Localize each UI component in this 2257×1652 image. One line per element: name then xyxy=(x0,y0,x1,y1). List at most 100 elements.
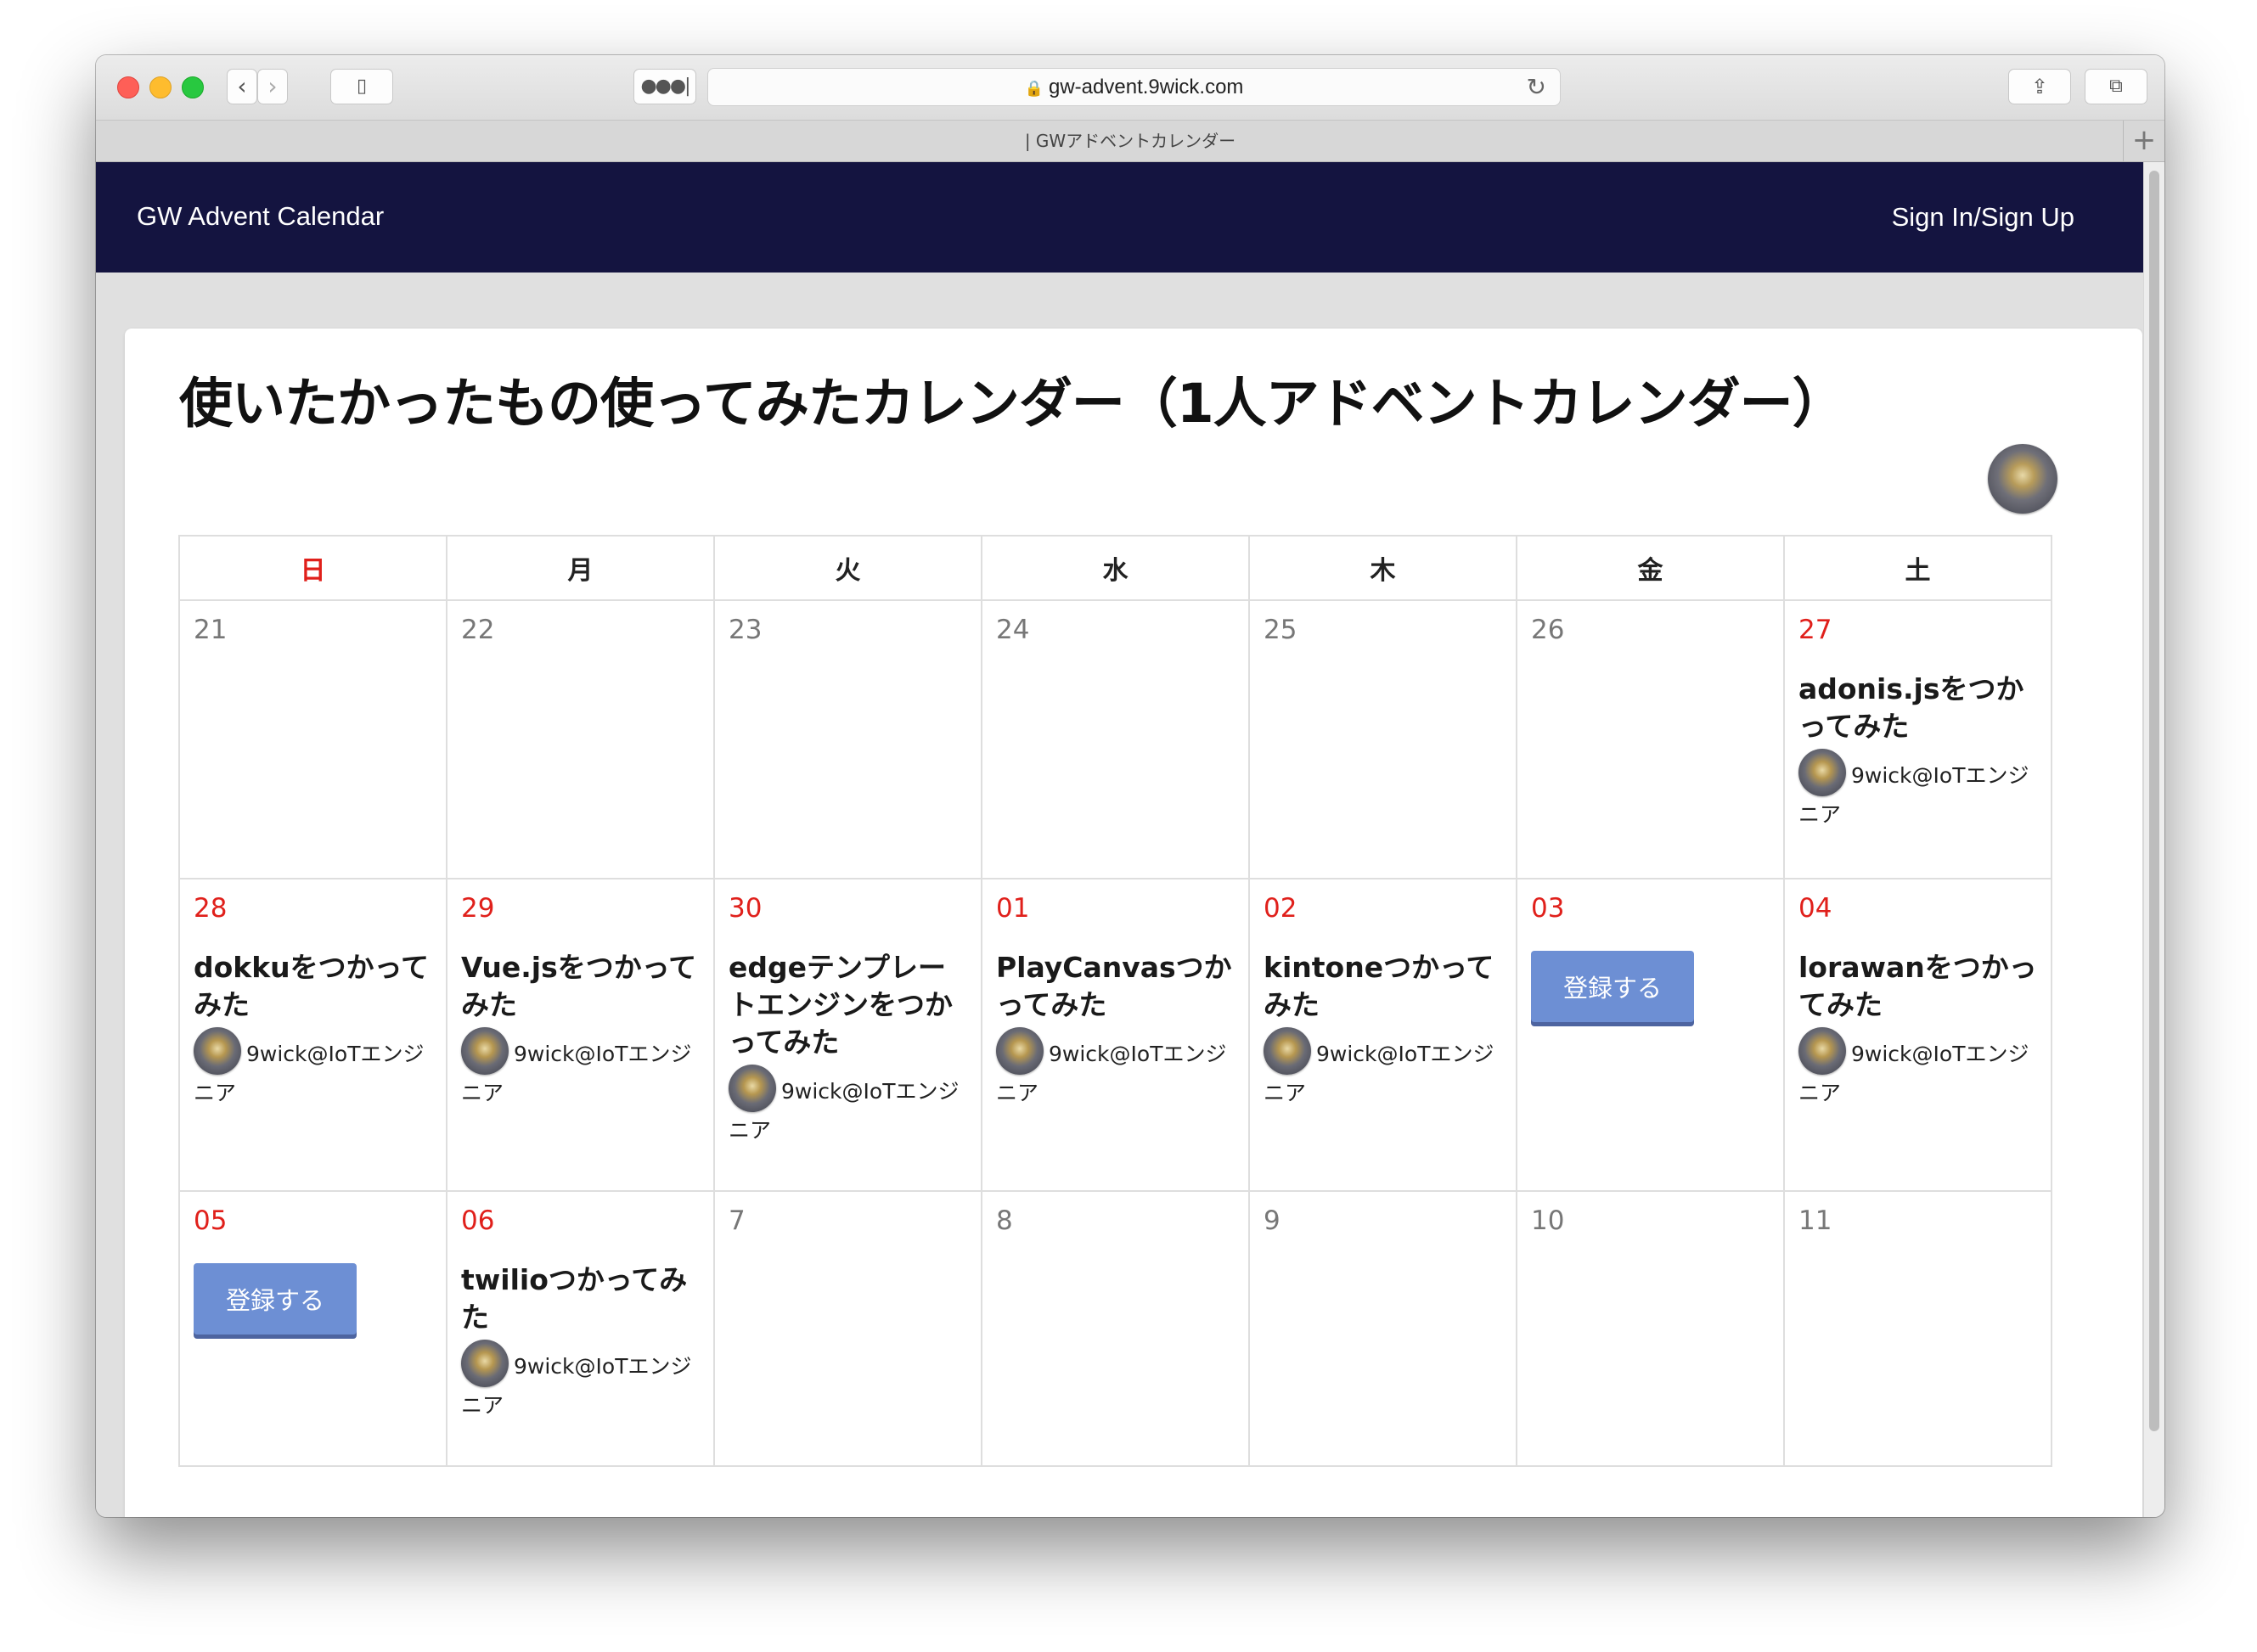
close-window-button[interactable] xyxy=(117,76,139,98)
back-icon[interactable]: ‹ xyxy=(227,69,257,104)
entry-author[interactable]: 9wick@IoTエンジニア xyxy=(729,1065,967,1149)
day-number: 03 xyxy=(1531,893,1565,924)
day-number: 25 xyxy=(1264,615,1297,645)
entry-title-link[interactable]: twilioつかってみた xyxy=(461,1261,700,1336)
calendar-day-cell: 8 xyxy=(981,1190,1250,1467)
calendar-day-cell: 11 xyxy=(1783,1190,2052,1467)
day-number: 02 xyxy=(1264,893,1297,924)
sidebar-icon[interactable]: ▯ xyxy=(330,69,393,104)
day-number: 23 xyxy=(729,615,763,645)
weekday-header: 日 xyxy=(178,535,447,601)
weekday-header: 火 xyxy=(713,535,982,601)
author-avatar xyxy=(461,1340,509,1387)
entry-title-link[interactable]: edgeテンプレートエンジンをつかってみた xyxy=(729,949,967,1061)
author-avatar xyxy=(1798,1027,1846,1075)
author-avatar xyxy=(996,1027,1044,1075)
day-number: 21 xyxy=(194,615,228,645)
register-button[interactable]: 登録する xyxy=(194,1263,357,1335)
day-number: 27 xyxy=(1798,615,1832,645)
calendar-day-cell: 29 Vue.jsをつかってみた 9wick@IoTエンジニア xyxy=(446,878,715,1192)
calendar-week-row: 21 22 23 24 25 26 27 adonis.jsをつかってみた 9wick@IoTエ… xyxy=(178,599,2052,879)
active-tab-title[interactable]: | GWアドベントカレンダー xyxy=(1025,131,1235,151)
zoom-window-button[interactable] xyxy=(182,76,204,98)
day-number: 26 xyxy=(1531,615,1565,645)
calendar-day-cell: 24 xyxy=(981,599,1250,879)
day-number: 05 xyxy=(194,1205,228,1236)
day-number: 10 xyxy=(1531,1205,1565,1236)
tab-bar: | GWアドベントカレンダー + xyxy=(96,121,2164,162)
day-number: 11 xyxy=(1798,1205,1832,1236)
weekday-header: 金 xyxy=(1516,535,1785,601)
page-viewport: GW Advent Calendar Sign In/Sign Up 使いたかっ… xyxy=(96,162,2144,1517)
site-brand-link[interactable]: GW Advent Calendar xyxy=(137,201,384,232)
weekday-header: 月 xyxy=(446,535,715,601)
owner-avatar[interactable] xyxy=(1988,444,2057,514)
author-avatar xyxy=(194,1027,241,1075)
vertical-scrollbar[interactable] xyxy=(2143,162,2164,1517)
share-icon[interactable]: ⇪ xyxy=(2008,69,2071,104)
day-number: 9 xyxy=(1264,1205,1280,1236)
day-number: 06 xyxy=(461,1205,495,1236)
calendar-day-cell: 26 xyxy=(1516,599,1785,879)
address-bar[interactable]: 🔒 gw-advent.9wick.com ↻ xyxy=(707,68,1561,106)
calendar-day-cell: 01 PlayCanvasつかってみた 9wick@IoTエンジニア xyxy=(981,878,1250,1192)
day-number: 8 xyxy=(996,1205,1013,1236)
calendar-day-cell: 30 edgeテンプレートエンジンをつかってみた 9wick@IoTエンジニア xyxy=(713,878,982,1192)
author-avatar xyxy=(1798,749,1846,796)
day-number: 7 xyxy=(729,1205,746,1236)
register-button[interactable]: 登録する xyxy=(1531,951,1694,1022)
entry-author[interactable]: 9wick@IoTエンジニア xyxy=(1798,1027,2037,1112)
weekday-header: 木 xyxy=(1248,535,1517,601)
minimize-window-button[interactable] xyxy=(149,76,172,98)
author-avatar xyxy=(461,1027,509,1075)
calendar-day-cell: 25 xyxy=(1248,599,1517,879)
weekday-header: 水 xyxy=(981,535,1250,601)
calendar-week-row: 05 登録する 06 twilioつかってみた 9wick@IoTエンジニア 7 8 9 10 1… xyxy=(178,1190,2052,1467)
entry-title-link[interactable]: adonis.jsをつかってみた xyxy=(1798,671,2037,745)
tabs-overview-icon[interactable]: ⧉ xyxy=(2085,69,2147,104)
calendar-grid: 日月火水木金土 21 22 23 24 25 26 27 adonis.jsをつかってみた 9w… xyxy=(178,535,2052,1467)
entry-title-link[interactable]: PlayCanvasつかってみた xyxy=(996,949,1235,1024)
calendar-day-cell: 10 xyxy=(1516,1190,1785,1467)
author-avatar xyxy=(1264,1027,1311,1075)
entry-author[interactable]: 9wick@IoTエンジニア xyxy=(461,1340,700,1424)
calendar-day-cell: 05 登録する xyxy=(178,1190,447,1467)
author-avatar xyxy=(729,1065,776,1112)
entry-title-link[interactable]: lorawanをつかってみた xyxy=(1798,949,2037,1024)
calendar-day-cell: 27 adonis.jsをつかってみた 9wick@IoTエンジニア xyxy=(1783,599,2052,879)
entry-author[interactable]: 9wick@IoTエンジニア xyxy=(996,1027,1235,1112)
day-number: 24 xyxy=(996,615,1030,645)
browser-window: ‹ › ▯ ●●●| 🔒 gw-advent.9wick.com ↻ ⇪ ⧉ | … xyxy=(96,55,2164,1517)
day-number: 29 xyxy=(461,893,495,924)
weekday-header: 土 xyxy=(1783,535,2052,601)
calendar-day-cell: 21 xyxy=(178,599,447,879)
extensions-icon[interactable]: ●●●| xyxy=(633,69,696,104)
url-text: gw-advent.9wick.com xyxy=(1049,76,1244,98)
calendar-card: 使いたかったもの使ってみたカレンダー（1人アドベントカレンダー） 日月火水木金土… xyxy=(125,329,2142,1517)
new-tab-icon[interactable]: + xyxy=(2123,121,2164,161)
entry-author[interactable]: 9wick@IoTエンジニア xyxy=(1264,1027,1502,1112)
forward-icon[interactable]: › xyxy=(257,69,288,104)
day-number: 04 xyxy=(1798,893,1832,924)
calendar-day-cell: 7 xyxy=(713,1190,982,1467)
scrollbar-thumb[interactable] xyxy=(2149,171,2159,1431)
calendar-day-cell: 22 xyxy=(446,599,715,879)
calendar-week-row: 28 dokkuをつかってみた 9wick@IoTエンジニア 29 Vue.jsをつかっ… xyxy=(178,878,2052,1192)
calendar-day-cell: 04 lorawanをつかってみた 9wick@IoTエンジニア xyxy=(1783,878,2052,1192)
day-number: 22 xyxy=(461,615,495,645)
reload-icon[interactable]: ↻ xyxy=(1527,69,1546,105)
entry-author[interactable]: 9wick@IoTエンジニア xyxy=(1798,749,2037,834)
entry-author[interactable]: 9wick@IoTエンジニア xyxy=(194,1027,432,1112)
day-number: 01 xyxy=(996,893,1030,924)
calendar-day-cell: 06 twilioつかってみた 9wick@IoTエンジニア xyxy=(446,1190,715,1467)
weekday-header-row: 日月火水木金土 xyxy=(178,535,2052,601)
calendar-day-cell: 9 xyxy=(1248,1190,1517,1467)
calendar-day-cell: 28 dokkuをつかってみた 9wick@IoTエンジニア xyxy=(178,878,447,1192)
entry-title-link[interactable]: kintoneつかってみた xyxy=(1264,949,1502,1024)
lock-icon: 🔒 xyxy=(1024,80,1044,97)
entry-author[interactable]: 9wick@IoTエンジニア xyxy=(461,1027,700,1112)
entry-title-link[interactable]: dokkuをつかってみた xyxy=(194,949,432,1024)
day-number: 28 xyxy=(194,893,228,924)
entry-title-link[interactable]: Vue.jsをつかってみた xyxy=(461,949,700,1024)
signin-link[interactable]: Sign In/Sign Up xyxy=(1892,202,2074,233)
